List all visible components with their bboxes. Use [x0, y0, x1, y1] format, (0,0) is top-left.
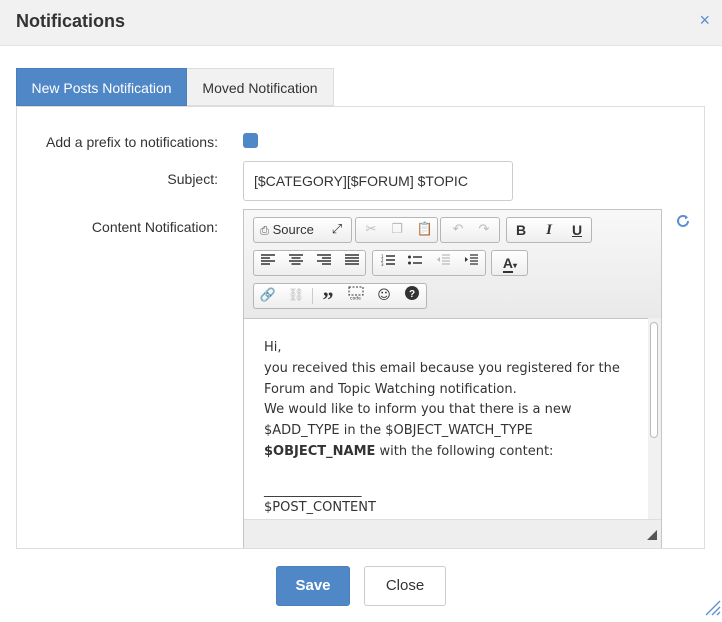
close-button[interactable]: Close [364, 566, 446, 606]
dialog-header: Notifications × [0, 0, 722, 46]
toolbar-separator [312, 288, 313, 304]
bold-icon[interactable]: B [510, 220, 532, 240]
dialog-title: Notifications [16, 11, 126, 31]
cut-icon[interactable]: ✂ [360, 220, 382, 240]
subject-label: Subject: [167, 171, 218, 187]
svg-text:3: 3 [381, 262, 384, 266]
maximize-icon[interactable]: ⤢ [326, 220, 348, 240]
save-button[interactable]: Save [276, 566, 350, 606]
align-center-icon[interactable] [285, 253, 307, 273]
undo-icon[interactable]: ↶ [447, 220, 469, 240]
close-icon[interactable]: × [699, 10, 710, 30]
tab-new-posts-notification[interactable]: New Posts Notification [16, 68, 187, 106]
toolbar-group-insert: 🔗 ⛓ ” code ☺ ? [253, 283, 427, 312]
separator-line: _______________ [264, 482, 362, 498]
toolbar-group-undo: ↶ ↷ [440, 217, 500, 243]
redo-icon[interactable]: ↷ [473, 220, 495, 240]
content-line: $ADD_TYPE in the $OBJECT_WATCH_TYPE [264, 423, 533, 439]
toolbar-group-align [253, 250, 366, 276]
smiley-icon[interactable]: ☺ [373, 286, 395, 306]
blockquote-icon[interactable]: ” [317, 286, 339, 312]
toolbar-group-colors: A▾ [491, 250, 528, 276]
underline-icon[interactable]: U [566, 220, 588, 240]
content-line-tail: with the following content: [375, 443, 554, 459]
content-label: Content Notification: [91, 219, 218, 235]
editor-toolbar: ⎙ Source ⤢ ✂ ❐ 📋 ↶ ↷ B I U 1 2 3 A▾ 🔗 ⛓ … [244, 210, 661, 319]
help-icon[interactable]: ? [401, 286, 423, 306]
prefix-label: Add a prefix to notifications: [46, 134, 218, 150]
svg-text:code: code [350, 296, 361, 301]
tab-moved-notification[interactable]: Moved Notification [187, 68, 334, 106]
scrollbar-thumb[interactable] [650, 322, 658, 438]
align-right-icon[interactable] [313, 253, 335, 273]
rich-text-editor: ⎙ Source ⤢ ✂ ❐ 📋 ↶ ↷ B I U 1 2 3 A▾ 🔗 ⛓ … [243, 209, 662, 548]
copy-icon[interactable]: ❐ [386, 220, 408, 240]
editor-statusbar [244, 519, 661, 548]
outdent-icon[interactable] [432, 253, 454, 273]
content-line: $OBJECT_NAME with the following content: [264, 442, 628, 463]
subject-input[interactable] [243, 161, 513, 201]
content-line: Forum and Topic Watching notification. [264, 381, 517, 397]
source-button-label: Source [272, 222, 314, 237]
italic-icon[interactable]: I [538, 220, 560, 240]
toolbar-group-document: ⎙ Source ⤢ [253, 217, 352, 243]
post-content-line: $POST_CONTENT [264, 499, 376, 515]
refresh-icon[interactable] [675, 213, 691, 234]
text-color-icon[interactable]: A▾ [495, 253, 525, 273]
bulleted-list-icon[interactable] [404, 253, 426, 273]
svg-text:?: ? [409, 289, 415, 300]
toolbar-group-basicstyles: B I U [506, 217, 592, 243]
toolbar-group-clipboard: ✂ ❐ 📋 [355, 217, 438, 243]
content-line: We would like to inform you that there i… [264, 402, 572, 418]
paste-icon[interactable]: 📋 [414, 220, 436, 240]
dialog-resize-icon[interactable] [703, 598, 721, 621]
prefix-checkbox[interactable] [243, 133, 258, 148]
source-icon: ⎙ [260, 225, 269, 237]
object-name-bold: $OBJECT_NAME [264, 443, 376, 459]
resize-handle-icon[interactable] [647, 527, 657, 545]
indent-icon[interactable] [460, 253, 482, 273]
content-line: you received this email because you regi… [264, 360, 620, 376]
content-line: Hi, [264, 340, 282, 355]
link-icon[interactable]: 🔗 [257, 286, 279, 306]
editor-scrollbar[interactable] [648, 318, 661, 527]
numbered-list-icon[interactable]: 123 [377, 253, 399, 273]
code-snippet-icon[interactable]: code [345, 286, 367, 306]
editor-content[interactable]: Hi, you received this email because you … [244, 318, 648, 527]
source-button[interactable]: ⎙ Source [257, 220, 317, 240]
toolbar-group-list: 123 [372, 250, 486, 276]
align-left-icon[interactable] [257, 253, 279, 273]
unlink-icon[interactable]: ⛓ [285, 286, 307, 306]
align-justify-icon[interactable] [341, 253, 363, 273]
